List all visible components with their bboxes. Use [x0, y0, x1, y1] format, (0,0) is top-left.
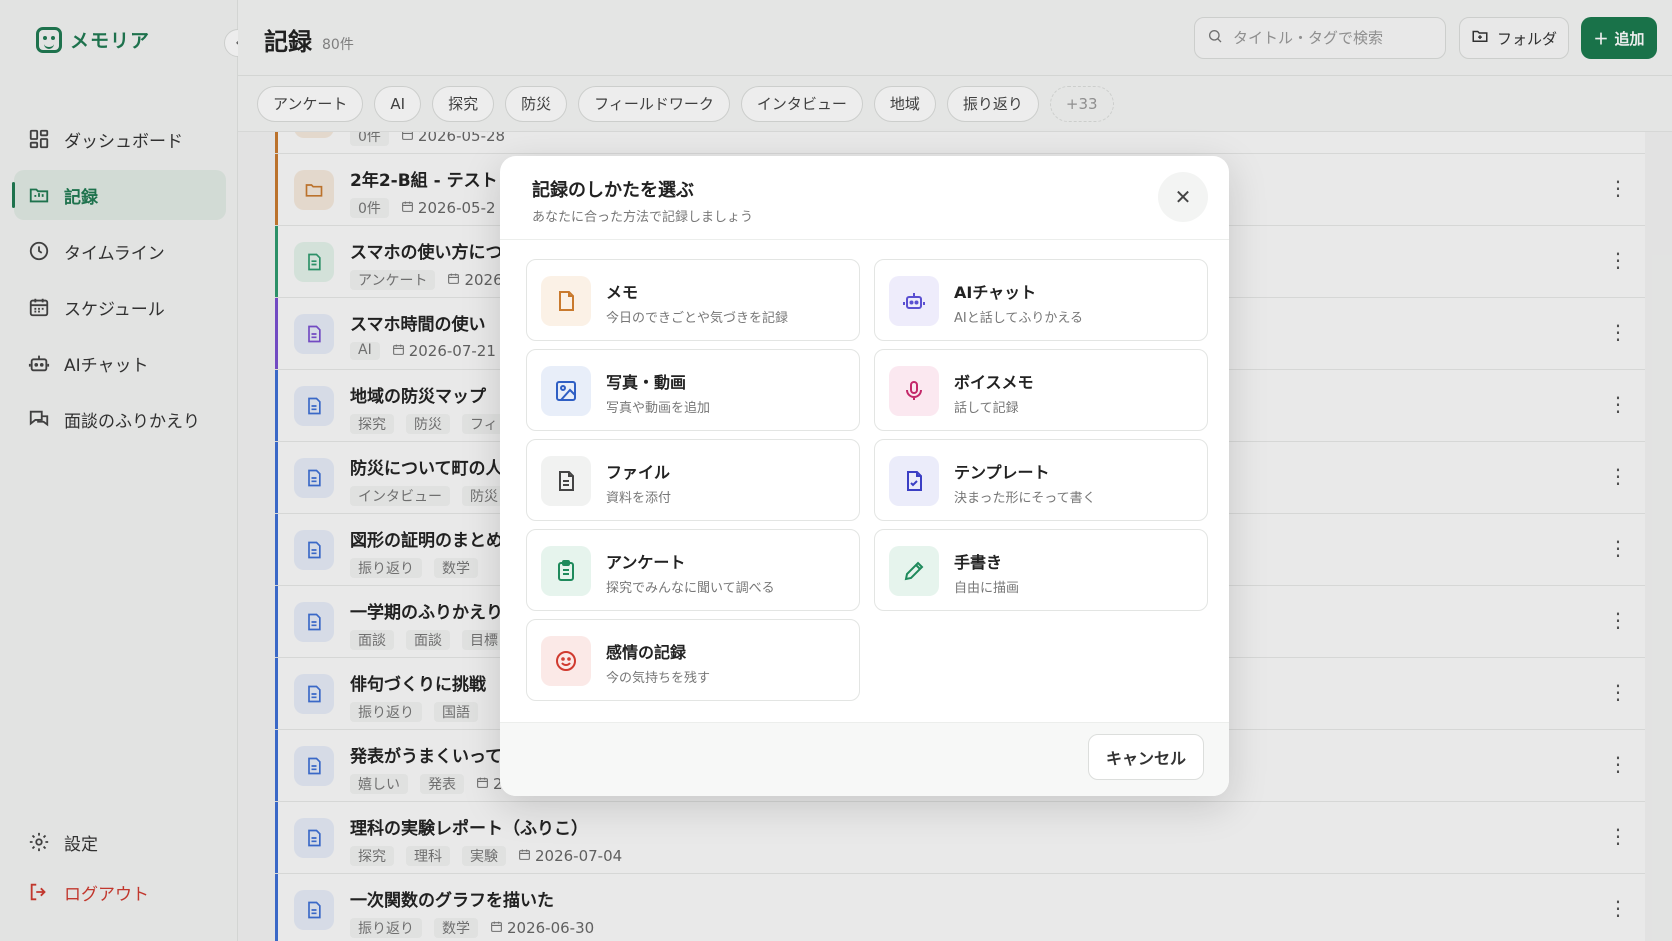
option-description: 写真や動画を追加 — [606, 401, 711, 416]
record-option-file[interactable]: ファイル 資料を添付 — [526, 439, 860, 521]
pencil-icon — [889, 546, 939, 596]
dialog-title: 記録のしかたを選ぶ — [532, 180, 694, 201]
dialog-header: 記録のしかたを選ぶ あなたに合った方法で記録しましょう ✕ — [500, 156, 1229, 240]
option-description: 話して記録 — [954, 401, 1019, 416]
record-option-clipboard[interactable]: アンケート 探究でみんなに聞いて調べる — [526, 529, 860, 611]
record-option-microphone[interactable]: ボイスメモ 話して記録 — [874, 349, 1208, 431]
smile-icon — [541, 636, 591, 686]
option-label: 手書き — [954, 553, 1003, 572]
memo-icon — [541, 276, 591, 326]
option-description: 今の気持ちを残す — [606, 671, 711, 686]
robot-icon — [889, 276, 939, 326]
option-label: 写真・動画 — [606, 373, 687, 392]
record-method-dialog: 記録のしかたを選ぶ あなたに合った方法で記録しましょう ✕ メモ 今日のできごと… — [500, 156, 1229, 796]
record-option-memo[interactable]: メモ 今日のできごとや気づきを記録 — [526, 259, 860, 341]
dialog-subtitle: あなたに合った方法で記録しましょう — [532, 210, 754, 225]
record-option-robot[interactable]: AIチャット AIと話してふりかえる — [874, 259, 1208, 341]
record-option-template[interactable]: テンプレート 決まった形にそって書く — [874, 439, 1208, 521]
option-description: AIと話してふりかえる — [954, 311, 1083, 326]
option-label: ファイル — [606, 463, 671, 482]
option-description: 決まった形にそって書く — [954, 491, 1096, 506]
option-description: 自由に描画 — [954, 581, 1020, 596]
microphone-icon — [889, 366, 939, 416]
option-label: メモ — [606, 283, 639, 302]
cancel-button[interactable]: キャンセル — [1088, 734, 1204, 780]
record-option-image[interactable]: 写真・動画 写真や動画を追加 — [526, 349, 860, 431]
template-icon — [889, 456, 939, 506]
record-option-smile[interactable]: 感情の記録 今の気持ちを残す — [526, 619, 860, 701]
option-description: 今日のできごとや気づきを記録 — [606, 311, 789, 326]
option-label: ボイスメモ — [954, 373, 1034, 392]
option-label: アンケート — [606, 553, 686, 572]
dialog-footer: キャンセル — [500, 722, 1229, 796]
clipboard-icon — [541, 546, 591, 596]
option-label: AIチャット — [954, 283, 1037, 302]
record-option-pencil[interactable]: 手書き 自由に描画 — [874, 529, 1208, 611]
close-button[interactable]: ✕ — [1158, 172, 1208, 222]
close-icon: ✕ — [1174, 185, 1192, 209]
option-label: 感情の記録 — [606, 643, 687, 662]
option-label: テンプレート — [954, 463, 1050, 482]
option-description: 資料を添付 — [606, 491, 672, 506]
option-description: 探究でみんなに聞いて調べる — [606, 581, 775, 596]
image-icon — [541, 366, 591, 416]
file-icon — [541, 456, 591, 506]
